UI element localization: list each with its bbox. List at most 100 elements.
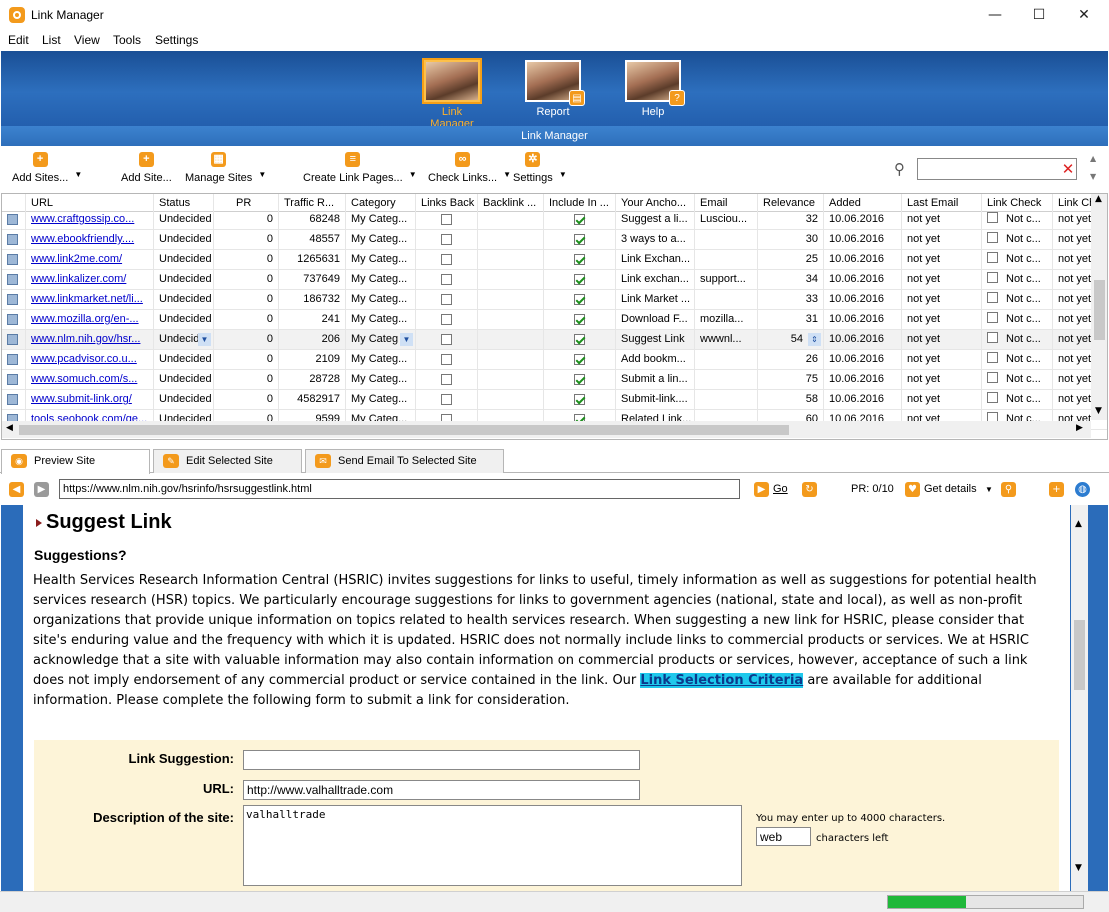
- cell-added[interactable]: 10.06.2016: [824, 250, 902, 270]
- cell-backlink[interactable]: [478, 290, 544, 310]
- row-site-icon[interactable]: [2, 270, 26, 290]
- cell-anchor[interactable]: 3 ways to a...: [616, 230, 695, 250]
- chevron-down-icon[interactable]: ▼: [74, 170, 82, 179]
- checkbox[interactable]: [441, 353, 452, 365]
- cell-traffic[interactable]: 241: [279, 310, 346, 330]
- chevron-down-icon[interactable]: ▼: [503, 170, 511, 179]
- url-field[interactable]: http://www.valhalltrade.com: [243, 780, 640, 800]
- cell-traffic[interactable]: 48557: [279, 230, 346, 250]
- cell-status[interactable]: Undecided: [154, 230, 214, 250]
- cell-relevance[interactable]: 34: [758, 270, 824, 290]
- cell-url[interactable]: www.craftgossip.co...: [26, 210, 154, 230]
- cell-added[interactable]: 10.06.2016: [824, 230, 902, 250]
- cell-status[interactable]: Undecided: [154, 390, 214, 410]
- cell-include[interactable]: [544, 330, 616, 350]
- checkbox[interactable]: [574, 273, 585, 285]
- cell-backlink[interactable]: [478, 370, 544, 390]
- cell-relevance[interactable]: 25: [758, 250, 824, 270]
- nav-link-manager[interactable]: Link Manager: [420, 56, 484, 130]
- cell-added[interactable]: 10.06.2016: [824, 290, 902, 310]
- close-icon[interactable]: ✕: [1061, 2, 1107, 28]
- checkbox[interactable]: [574, 253, 585, 265]
- menu-edit[interactable]: Edit: [8, 33, 29, 47]
- cell-status[interactable]: Undecided: [154, 250, 214, 270]
- scroll-thumb[interactable]: [19, 425, 789, 435]
- cell-check1[interactable]: Not c...: [982, 230, 1053, 250]
- cell-added[interactable]: 10.06.2016: [824, 310, 902, 330]
- cell-check1[interactable]: Not c...: [982, 390, 1053, 410]
- cell-links-back[interactable]: [416, 350, 478, 370]
- cell-backlink[interactable]: [478, 270, 544, 290]
- cell-url[interactable]: www.mozilla.org/en-...: [26, 310, 154, 330]
- cell-email[interactable]: mozilla...: [695, 310, 758, 330]
- cell-anchor[interactable]: Link Market ...: [616, 290, 695, 310]
- chevron-down-icon[interactable]: ▼: [258, 170, 266, 179]
- cell-anchor[interactable]: Link exchan...: [616, 270, 695, 290]
- cell-links-back[interactable]: [416, 290, 478, 310]
- cell-check1[interactable]: Not c...: [982, 210, 1053, 230]
- checkbox[interactable]: [441, 293, 452, 305]
- cell-traffic[interactable]: 4582917: [279, 390, 346, 410]
- add-icon[interactable]: +: [1049, 482, 1064, 497]
- cell-status[interactable]: Undecided: [154, 290, 214, 310]
- cell-status[interactable]: Undecided: [154, 210, 214, 230]
- cell-last-email[interactable]: not yet: [902, 310, 982, 330]
- add-sites-button[interactable]: + Add Sites... ▼: [12, 152, 82, 184]
- cell-links-back[interactable]: [416, 390, 478, 410]
- preview-vertical-scrollbar[interactable]: ▲ ▼: [1071, 505, 1088, 891]
- row-site-icon[interactable]: [2, 370, 26, 390]
- chevron-up-icon[interactable]: ▲: [1090, 154, 1096, 163]
- checkbox[interactable]: [574, 293, 585, 305]
- checkbox[interactable]: [987, 272, 998, 284]
- tab-preview-site[interactable]: ◉ Preview Site (Ctrl+F1): [1, 449, 150, 489]
- row-site-icon[interactable]: [2, 210, 26, 230]
- cell-email[interactable]: Lusciou...: [695, 210, 758, 230]
- checkbox[interactable]: [574, 353, 585, 365]
- go-button[interactable]: Go: [773, 483, 788, 495]
- cell-email[interactable]: [695, 390, 758, 410]
- cell-pr[interactable]: 0: [214, 230, 279, 250]
- menu-tools[interactable]: Tools: [113, 33, 141, 47]
- manage-sites-button[interactable]: ▦ Manage Sites ▼: [185, 152, 266, 184]
- chevron-down-icon[interactable]: ▼: [1090, 172, 1096, 181]
- cell-added[interactable]: 10.06.2016: [824, 390, 902, 410]
- cell-backlink[interactable]: [478, 230, 544, 250]
- add-site-button[interactable]: + Add Site...: [121, 152, 172, 184]
- checkbox[interactable]: [574, 373, 585, 385]
- cell-include[interactable]: [544, 350, 616, 370]
- cell-category[interactable]: My Categ...: [346, 230, 416, 250]
- scroll-down-icon[interactable]: ▼: [1095, 406, 1102, 416]
- cell-traffic[interactable]: 2109: [279, 350, 346, 370]
- cell-traffic[interactable]: 28728: [279, 370, 346, 390]
- cell-url[interactable]: www.link2me.com/: [26, 250, 154, 270]
- cell-check1[interactable]: Not c...: [982, 250, 1053, 270]
- cell-backlink[interactable]: [478, 210, 544, 230]
- cell-last-email[interactable]: not yet: [902, 250, 982, 270]
- cell-last-email[interactable]: not yet: [902, 290, 982, 310]
- cell-backlink[interactable]: [478, 330, 544, 350]
- cell-url[interactable]: www.ebookfriendly....: [26, 230, 154, 250]
- cell-relevance[interactable]: 30: [758, 230, 824, 250]
- cell-check1[interactable]: Not c...: [982, 290, 1053, 310]
- checkbox[interactable]: [987, 212, 998, 224]
- cell-url[interactable]: www.pcadvisor.co.u...: [26, 350, 154, 370]
- search-icon[interactable]: ⚲: [894, 160, 905, 178]
- checkbox[interactable]: [574, 333, 585, 345]
- cell-status[interactable]: Undecid ▼: [154, 330, 214, 350]
- row-site-icon[interactable]: [2, 250, 26, 270]
- cell-category[interactable]: My Categ...: [346, 390, 416, 410]
- cell-category[interactable]: My Categ...: [346, 310, 416, 330]
- cell-links-back[interactable]: [416, 230, 478, 250]
- cell-traffic[interactable]: 186732: [279, 290, 346, 310]
- cell-category[interactable]: My Categ...: [346, 370, 416, 390]
- globe-icon[interactable]: ◍: [1075, 482, 1090, 497]
- checkbox[interactable]: [574, 393, 585, 405]
- cell-pr[interactable]: 0: [214, 210, 279, 230]
- cell-email[interactable]: [695, 370, 758, 390]
- checkbox[interactable]: [987, 392, 998, 404]
- scroll-up-icon[interactable]: ▲: [1095, 194, 1102, 204]
- checkbox[interactable]: [987, 332, 998, 344]
- chevron-down-icon[interactable]: ▼: [985, 485, 993, 494]
- cell-include[interactable]: [544, 390, 616, 410]
- scroll-right-icon[interactable]: ▶: [1076, 423, 1083, 433]
